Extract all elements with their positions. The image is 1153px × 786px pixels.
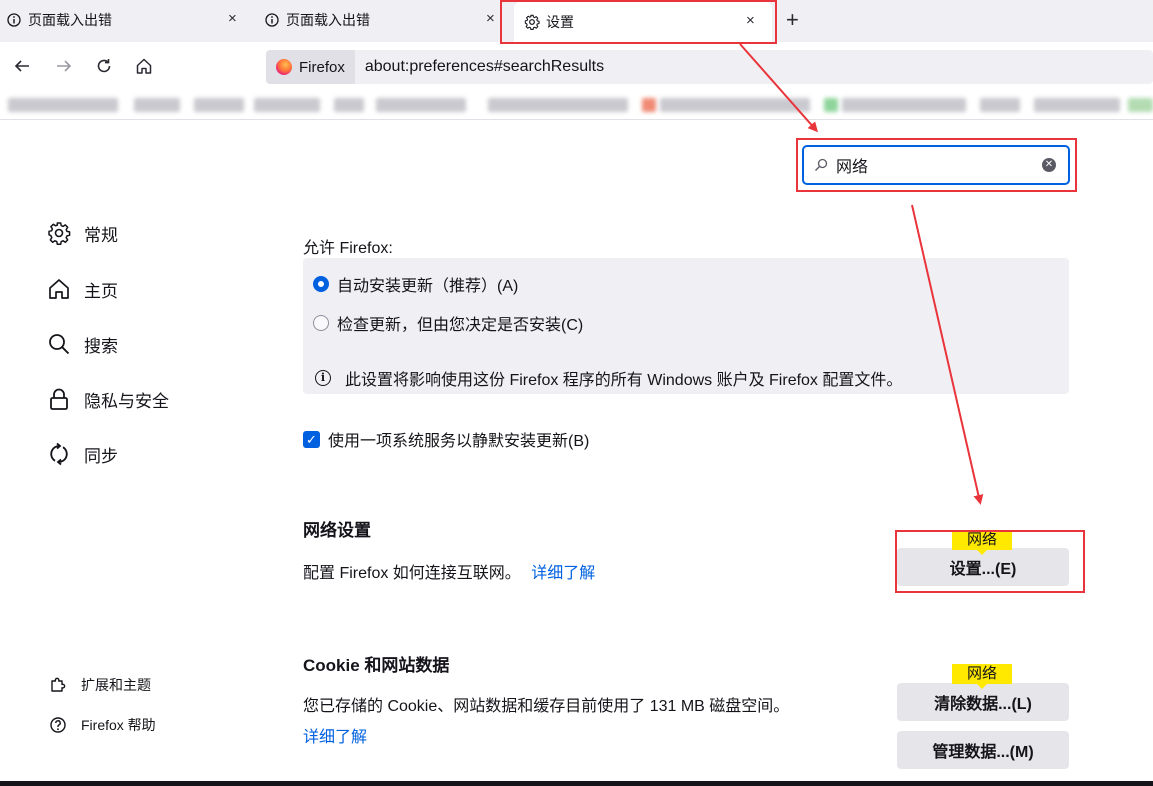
- search-highlight-tooltip: 网络: [952, 664, 1012, 689]
- info-icon: i: [315, 370, 331, 386]
- bookmark-item[interactable]: [334, 98, 364, 112]
- sidebar-item-sync[interactable]: 同步: [46, 440, 118, 468]
- arrow-right-icon: [57, 60, 72, 72]
- sidebar-item-label: 隐私与安全: [84, 391, 169, 411]
- annotation-box-network-settings: [895, 530, 1085, 593]
- sidebar-link-addons[interactable]: 扩展和主题: [49, 674, 151, 696]
- bookmark-item[interactable]: [842, 98, 966, 112]
- update-info-text: 此设置将影响使用这份 Firefox 程序的所有 Windows 账户及 Fir…: [345, 372, 903, 389]
- window-bottom-edge: [0, 781, 1153, 786]
- sidebar-item-label: 主页: [84, 281, 118, 301]
- sync-icon: [46, 441, 72, 467]
- network-settings-heading: 网络设置: [303, 521, 371, 540]
- auto-install-radio-row[interactable]: 自动安装更新（推荐）(A): [313, 272, 518, 296]
- arrow-left-icon: [14, 60, 29, 72]
- bookmark-item[interactable]: [1034, 98, 1120, 112]
- network-description: 配置 Firefox 如何连接互联网。 详细了解: [303, 559, 595, 583]
- back-button[interactable]: [10, 54, 34, 78]
- update-info-row: i 此设置将影响使用这份 Firefox 程序的所有 Windows 账户及 F…: [315, 366, 902, 390]
- auto-install-label: 自动安装更新（推荐）(A): [337, 278, 519, 295]
- bookmark-item[interactable]: [134, 98, 180, 112]
- sidebar-item-label: 同步: [84, 446, 118, 466]
- nav-bar: Firefox about:preferences#searchResults: [0, 42, 1153, 90]
- network-learn-more-link[interactable]: 详细了解: [531, 565, 595, 582]
- close-icon[interactable]: ×: [486, 10, 495, 27]
- url-bar[interactable]: Firefox about:preferences#searchResults: [266, 50, 1153, 84]
- home-icon: [46, 276, 72, 302]
- bookmark-item[interactable]: [1128, 98, 1153, 112]
- bookmark-item[interactable]: [642, 98, 656, 112]
- network-description-text: 配置 Firefox 如何连接互联网。: [303, 565, 521, 582]
- home-icon: [136, 58, 152, 74]
- identity-label: Firefox: [299, 58, 345, 76]
- check-only-label: 检查更新，但由您决定是否安装(C): [337, 317, 584, 334]
- radio-unselected[interactable]: [313, 315, 329, 331]
- radio-selected[interactable]: [313, 276, 329, 292]
- bookmark-item[interactable]: [376, 98, 466, 112]
- tab-title: 页面载入出错: [28, 12, 112, 28]
- bookmark-item[interactable]: [660, 98, 810, 112]
- close-icon[interactable]: ×: [228, 10, 237, 27]
- background-service-label: 使用一项系统服务以静默安装更新(B): [328, 433, 590, 450]
- annotation-box-search: [796, 138, 1077, 192]
- sidebar-link-help[interactable]: Firefox 帮助: [49, 714, 156, 736]
- allow-firefox-label: 允许 Firefox:: [303, 240, 393, 257]
- identity-box[interactable]: Firefox: [266, 50, 355, 84]
- tab-error-2[interactable]: 页面载入出错 ×: [264, 0, 504, 40]
- bookmark-item[interactable]: [488, 98, 628, 112]
- sidebar-footer-label: 扩展和主题: [81, 677, 151, 693]
- sidebar-item-label: 搜索: [84, 336, 118, 356]
- sidebar-item-label: 常规: [84, 225, 118, 245]
- info-icon: [264, 12, 280, 28]
- tab-error-1[interactable]: 页面载入出错 ×: [6, 0, 246, 40]
- sidebar-footer-label: Firefox 帮助: [81, 717, 156, 733]
- bookmarks-toolbar: [0, 90, 1153, 120]
- forward-button[interactable]: [52, 54, 76, 78]
- firefox-logo-icon: [276, 59, 292, 75]
- bookmark-item[interactable]: [824, 98, 838, 112]
- tab-title: 页面载入出错: [286, 12, 370, 28]
- reload-icon: [97, 59, 111, 73]
- puzzle-icon: [49, 676, 67, 694]
- sidebar-item-home[interactable]: 主页: [46, 275, 118, 303]
- help-icon: [49, 716, 67, 734]
- bookmark-item[interactable]: [980, 98, 1020, 112]
- sidebar-item-search[interactable]: 搜索: [46, 330, 118, 358]
- url-text[interactable]: about:preferences#searchResults: [365, 58, 604, 76]
- check-only-radio-row[interactable]: 检查更新，但由您决定是否安装(C): [313, 311, 583, 335]
- bookmark-item[interactable]: [194, 98, 244, 112]
- manage-data-button[interactable]: 管理数据...(M): [897, 731, 1069, 769]
- checkbox-checked[interactable]: ✓: [303, 430, 320, 448]
- search-icon: [46, 331, 72, 357]
- reload-button[interactable]: [92, 54, 116, 78]
- cookies-heading: Cookie 和网站数据: [303, 656, 450, 675]
- sidebar-item-privacy[interactable]: 隐私与安全: [46, 385, 169, 413]
- lock-icon: [46, 386, 72, 412]
- sidebar-item-general[interactable]: 常规: [46, 219, 118, 247]
- new-tab-button[interactable]: +: [786, 6, 799, 34]
- home-button[interactable]: [132, 54, 156, 78]
- background-service-checkbox-row[interactable]: ✓ 使用一项系统服务以静默安装更新(B): [303, 427, 589, 451]
- bookmark-item[interactable]: [8, 98, 118, 112]
- info-icon: [6, 12, 22, 28]
- bookmark-item[interactable]: [254, 98, 320, 112]
- cookies-description: 您已存储的 Cookie、网站数据和缓存目前使用了 131 MB 磁盘空间。: [303, 698, 790, 715]
- cookies-learn-more-link[interactable]: 详细了解: [303, 723, 367, 747]
- annotation-box-settings-tab: [500, 0, 777, 44]
- gear-icon: [46, 220, 72, 246]
